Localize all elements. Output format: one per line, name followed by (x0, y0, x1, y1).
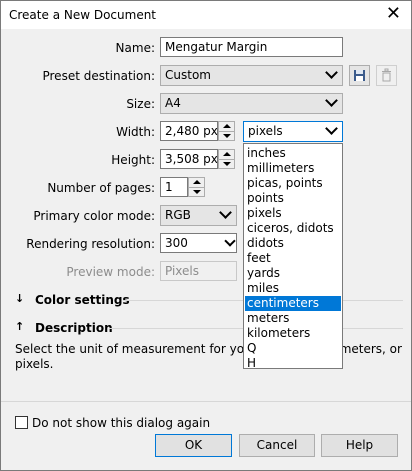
down-arrow-icon[interactable] (219, 159, 234, 168)
color-settings-label: Color settings (35, 293, 130, 307)
preset-destination-select[interactable]: Custom (160, 65, 343, 86)
create-document-dialog: Create a New Document ✕ Name: Mengatur M… (0, 0, 412, 471)
width-stepper[interactable] (218, 121, 235, 141)
close-icon[interactable]: ✕ (386, 4, 401, 24)
description-toggle[interactable]: ↑ Description (15, 320, 135, 337)
unit-dropdown-list[interactable]: inches millimeters picas, points points pixe… (243, 143, 343, 371)
chevron-down-icon (219, 206, 232, 219)
collapse-chevron-icon: ↑ (15, 320, 25, 333)
resolution-value: 300 (165, 236, 188, 250)
color-mode-label: Primary color mode: (33, 209, 155, 223)
width-label: Width: (116, 125, 155, 139)
color-mode-select[interactable]: RGB (160, 205, 237, 226)
ok-button[interactable]: OK (155, 434, 232, 457)
description-text: Select the unit of measurement for your … (15, 342, 402, 371)
unit-option[interactable]: points (245, 191, 341, 206)
unit-option[interactable]: millimeters (245, 161, 341, 176)
unit-select[interactable]: pixels (243, 121, 343, 142)
down-arrow-icon[interactable] (219, 131, 234, 140)
color-mode-value: RGB (165, 208, 191, 222)
save-disk-icon (354, 70, 365, 81)
unit-option[interactable]: H (245, 356, 341, 371)
pages-label: Number of pages: (47, 181, 155, 195)
size-select[interactable]: A4 (160, 93, 343, 114)
unit-option[interactable]: didots (245, 236, 341, 251)
unit-option[interactable]: miles (245, 281, 341, 296)
unit-option[interactable]: meters (245, 311, 341, 326)
resolution-label: Rendering resolution: (26, 237, 155, 251)
unit-option[interactable]: feet (245, 251, 341, 266)
preview-mode-label: Preview mode: (66, 265, 155, 279)
unit-option[interactable]: ciceros, didots (245, 221, 341, 236)
height-label: Height: (111, 153, 155, 167)
down-arrow-icon[interactable] (189, 187, 204, 196)
size-value: A4 (165, 96, 181, 110)
unit-option[interactable]: yards (245, 266, 341, 281)
width-input[interactable]: 2,480 px (160, 121, 218, 141)
name-input[interactable]: Mengatur Margin (160, 37, 343, 57)
preset-destination-value: Custom (165, 68, 211, 82)
expand-chevron-icon: ↓ (15, 292, 25, 305)
delete-preset-button[interactable] (376, 65, 397, 86)
dont-show-again-checkbox[interactable] (15, 416, 28, 429)
chevron-down-icon (325, 66, 338, 79)
unit-option[interactable]: picas, points (245, 176, 341, 191)
unit-option[interactable]: centimeters (245, 296, 341, 311)
preview-mode-select[interactable]: Pixels (160, 261, 237, 281)
footer-divider (1, 401, 411, 402)
cancel-button[interactable]: Cancel (239, 434, 315, 457)
pages-stepper[interactable] (188, 177, 205, 197)
help-button[interactable]: Help (321, 434, 398, 457)
trash-icon (382, 68, 391, 82)
save-preset-button[interactable] (349, 65, 370, 86)
chevron-down-icon (325, 122, 338, 135)
dialog-title: Create a New Document (9, 8, 157, 22)
color-settings-toggle[interactable]: ↓ Color settings (15, 292, 135, 309)
description-label: Description (35, 321, 113, 335)
unit-value: pixels (248, 124, 283, 138)
unit-option[interactable]: kilometers (245, 326, 341, 341)
name-label: Name: (115, 41, 155, 55)
height-input[interactable]: 3,508 px (160, 149, 218, 169)
preset-destination-label: Preset destination: (42, 69, 155, 83)
height-stepper[interactable] (218, 149, 235, 169)
title-bar: Create a New Document ✕ (1, 1, 411, 29)
size-label: Size: (126, 97, 155, 111)
unit-option[interactable]: pixels (245, 206, 341, 221)
unit-option[interactable]: Q (245, 341, 341, 356)
dont-show-again-label: Do not show this dialog again (32, 416, 211, 430)
pages-input[interactable]: 1 (160, 177, 188, 197)
unit-option[interactable]: inches (245, 146, 341, 161)
chevron-down-icon (325, 94, 338, 107)
